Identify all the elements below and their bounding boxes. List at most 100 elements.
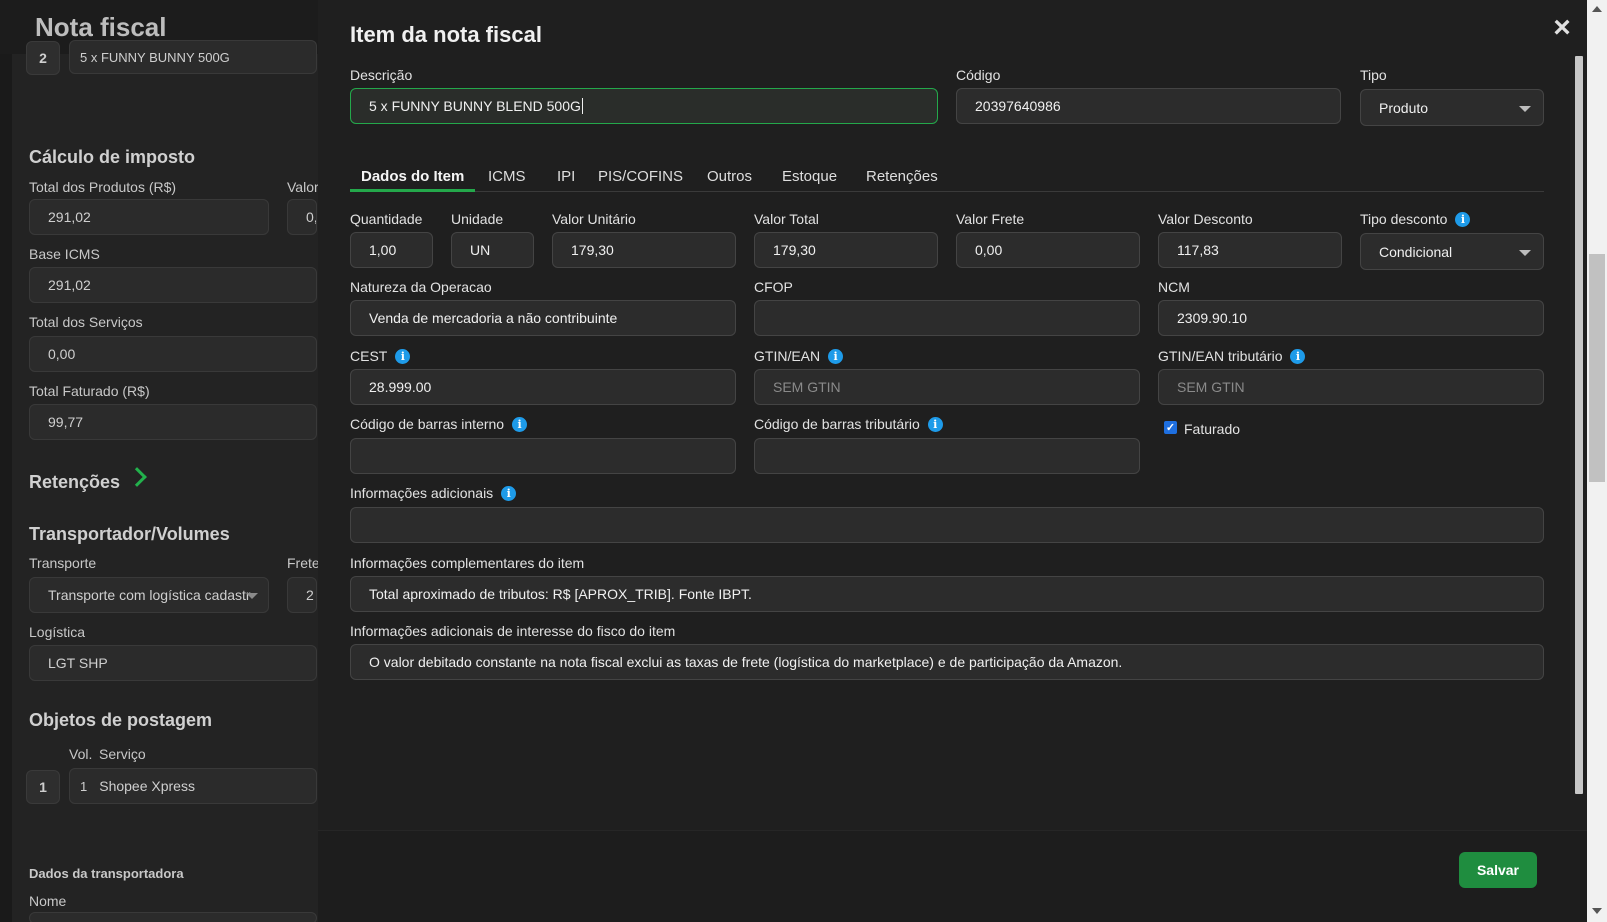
tipo-select[interactable]: Produto [1360,89,1544,126]
item-number-badge: 2 [26,41,60,75]
objetos-section-title: Objetos de postagem [29,710,213,730]
valor-desconto-label: Valor Desconto [1158,211,1253,227]
valor-label: Valor [287,179,319,195]
logistica-field[interactable]: LGT SHP [29,645,317,681]
gtin-label: GTIN/EAN [754,348,821,364]
background-left-strip [0,54,12,922]
descricao-value: 5 x FUNNY BUNNY BLEND 500G [369,98,581,114]
item-modal: Item da nota fiscal × Descrição 5 x FUNN… [318,0,1587,922]
info-icon[interactable]: i [512,416,528,432]
info-fisco-input[interactable]: O valor debitado constante na nota fisca… [350,644,1544,680]
retencoes-section-title[interactable]: Retenções [29,472,120,493]
total-produtos-field[interactable]: 291,02 [29,199,269,235]
ncm-input[interactable]: 2309.90.10 [1158,300,1544,336]
valor-total-input[interactable]: 179,30 [754,232,938,268]
total-servicos-field[interactable]: 0,00 [29,336,317,372]
close-icon[interactable]: × [1548,13,1576,43]
gtin-input[interactable]: SEM GTIN [754,369,1140,405]
valor-desconto-input[interactable]: 117,83 [1158,232,1342,268]
scroll-up-arrow-icon[interactable] [1592,6,1602,12]
modal-title: Item da nota fiscal [350,22,542,47]
faturado-checkbox[interactable]: ✓ [1164,421,1177,434]
info-complementares-input[interactable]: Total aproximado de tributos: R$ [APROX_… [350,576,1544,612]
scroll-down-arrow-icon[interactable] [1592,908,1602,914]
vol-label: Vol. [69,746,93,762]
objeto-vol: 1 [80,778,88,794]
modal-footer [318,830,1587,922]
tab-ipi[interactable]: IPI [546,160,586,192]
descricao-label: Descrição [350,67,413,83]
unidade-input[interactable]: UN [451,232,534,268]
nome-label: Nome [29,893,67,909]
info-complementares-label: Informações complementares do item [350,555,585,571]
tab-retencoes[interactable]: Retenções [855,160,949,192]
cod-barras-interno-input[interactable] [350,438,736,474]
total-faturado-field[interactable]: 99,77 [29,404,317,440]
cfop-input[interactable] [754,300,1140,336]
tipo-label: Tipo [1360,67,1387,83]
cest-label: CEST [350,348,388,364]
valor-unitario-input[interactable]: 179,30 [552,232,736,268]
tab-estoque[interactable]: Estoque [771,160,848,192]
item-description-field[interactable]: 5 x FUNNY BUNNY 500G [69,40,317,74]
total-faturado-label: Total Faturado (R$) [29,383,150,399]
dados-transportadora-title: Dados da transportadora [29,866,184,881]
frete-field[interactable]: 2 [287,577,317,613]
ncm-label: NCM [1158,279,1190,295]
gtin-tributario-label: GTIN/EAN tributário [1158,348,1283,364]
gtin-tributario-label-wrap: GTIN/EAN tributário i [1158,348,1306,364]
tab-outros[interactable]: Outros [696,160,763,192]
cod-barras-tributario-label: Código de barras tributário [754,416,920,432]
info-fisco-label: Informações adicionais de interesse do f… [350,623,676,639]
servico-label: Serviço [99,746,146,762]
tab-icms[interactable]: ICMS [477,160,537,192]
text-cursor [581,98,583,114]
codigo-label: Código [956,67,1001,83]
valor-frete-input[interactable]: 0,00 [956,232,1140,268]
info-icon[interactable]: i [1455,211,1471,227]
info-icon[interactable]: i [395,348,411,364]
transportador-section-title: Transportador/Volumes [29,524,230,544]
descricao-input[interactable]: 5 x FUNNY BUNNY BLEND 500G [350,88,938,124]
tab-dados-do-item[interactable]: Dados do Item [350,160,476,192]
info-icon[interactable]: i [1290,348,1306,364]
info-icon[interactable]: i [828,348,844,364]
base-icms-field[interactable]: 291,02 [29,267,317,303]
tax-section-title: Cálculo de imposto [29,147,196,167]
chevron-down-icon [1519,250,1531,256]
tipo-desconto-label: Tipo desconto [1360,211,1448,227]
tab-pis-cofins[interactable]: PIS/COFINS [587,160,694,192]
gtin-tributario-input[interactable]: SEM GTIN [1158,369,1544,405]
quantidade-input[interactable]: 1,00 [350,232,433,268]
page-title: Nota fiscal [35,12,167,42]
modal-scrollbar-thumb[interactable] [1575,56,1583,794]
chevron-down-icon [246,593,258,599]
transporte-select[interactable]: Transporte com logística cadastr [29,577,269,613]
info-icon[interactable]: i [927,416,943,432]
page-scrollbar-thumb[interactable] [1589,254,1605,482]
valor-frete-label: Valor Frete [956,211,1025,227]
transporte-select-value: Transporte com logística cadastr [48,587,251,603]
info-adicionais-input[interactable] [350,507,1544,543]
total-produtos-label: Total dos Produtos (R$) [29,179,177,195]
tipo-desconto-label-wrap: Tipo desconto i [1360,211,1471,227]
frete-label: Frete [287,555,320,571]
cod-barras-interno-label: Código de barras interno [350,416,505,432]
cod-barras-tributario-input[interactable] [754,438,1140,474]
codigo-input[interactable]: 20397640986 [956,88,1341,124]
cest-label-wrap: CEST i [350,348,411,364]
chevron-down-icon [1519,106,1531,112]
natureza-label: Natureza da Operacao [350,279,492,295]
info-adicionais-label-wrap: Informações adicionais i [350,485,517,501]
info-icon[interactable]: i [501,485,517,501]
cest-input[interactable]: 28.999.00 [350,369,736,405]
tipo-desconto-select[interactable]: Condicional [1360,233,1544,270]
save-button[interactable]: Salvar [1459,852,1537,888]
objeto-row[interactable]: 1 Shopee Xpress [69,768,317,804]
logistica-label: Logística [29,624,86,640]
objeto-number-badge: 1 [26,770,60,804]
valor-field[interactable]: 0, [287,199,317,235]
nome-field[interactable] [29,912,317,922]
cfop-label: CFOP [754,279,793,295]
natureza-input[interactable]: Venda de mercadoria a não contribuinte [350,300,736,336]
